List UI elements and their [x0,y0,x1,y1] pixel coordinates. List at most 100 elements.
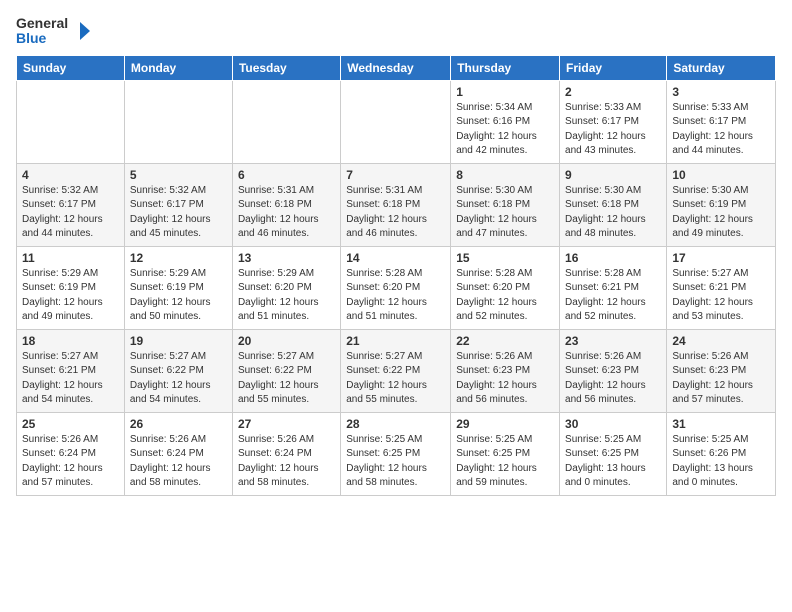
day-number: 12 [130,251,227,265]
day-number: 2 [565,85,661,99]
day-number: 8 [456,168,554,182]
day-info: Sunrise: 5:27 AM Sunset: 6:22 PM Dayligh… [238,350,335,408]
day-info: Sunrise: 5:30 AM Sunset: 6:19 PM Dayligh… [672,184,770,242]
calendar-cell: 5 Sunrise: 5:32 AM Sunset: 6:17 PM Daylig… [124,163,232,246]
day-info: Sunrise: 5:33 AM Sunset: 6:17 PM Dayligh… [672,101,770,159]
logo: General Blue [16,16,94,47]
day-number: 7 [346,168,445,182]
calendar-cell: 7 Sunrise: 5:31 AM Sunset: 6:18 PM Daylig… [341,163,451,246]
calendar-cell: 26 Sunrise: 5:26 AM Sunset: 6:24 PM Dayli… [124,412,232,495]
day-number: 16 [565,251,661,265]
calendar-cell: 19 Sunrise: 5:27 AM Sunset: 6:22 PM Dayli… [124,329,232,412]
day-info: Sunrise: 5:25 AM Sunset: 6:25 PM Dayligh… [456,433,554,491]
day-number: 11 [22,251,119,265]
calendar-cell: 1 Sunrise: 5:34 AM Sunset: 6:16 PM Daylig… [451,80,560,163]
day-info: Sunrise: 5:28 AM Sunset: 6:20 PM Dayligh… [456,267,554,325]
calendar-cell: 4 Sunrise: 5:32 AM Sunset: 6:17 PM Daylig… [17,163,125,246]
calendar-cell: 13 Sunrise: 5:29 AM Sunset: 6:20 PM Dayli… [232,246,340,329]
calendar-cell: 27Sunrise: 5:26 AM Sunset: 6:24 PM Dayli… [232,412,340,495]
page-header: General Blue [16,16,776,47]
day-number: 1 [456,85,554,99]
day-info: Sunrise: 5:27 AM Sunset: 6:21 PM Dayligh… [22,350,119,408]
day-number: 24 [672,334,770,348]
calendar-cell: 31Sunrise: 5:25 AM Sunset: 6:26 PM Dayli… [667,412,776,495]
day-info: Sunrise: 5:29 AM Sunset: 6:20 PM Dayligh… [238,267,335,325]
day-info: Sunrise: 5:26 AM Sunset: 6:23 PM Dayligh… [672,350,770,408]
calendar-cell: 2Sunrise: 5:33 AM Sunset: 6:17 PM Daylig… [560,80,667,163]
logo-blue: Blue [16,31,68,46]
day-number: 9 [565,168,661,182]
calendar-cell [341,80,451,163]
day-info: Sunrise: 5:27 AM Sunset: 6:22 PM Dayligh… [130,350,227,408]
calendar-cell: 20 Sunrise: 5:27 AM Sunset: 6:22 PM Dayli… [232,329,340,412]
day-info: Sunrise: 5:25 AM Sunset: 6:25 PM Dayligh… [565,433,661,491]
day-info: Sunrise: 5:28 AM Sunset: 6:21 PM Dayligh… [565,267,661,325]
calendar-cell: 17Sunrise: 5:27 AM Sunset: 6:21 PM Dayli… [667,246,776,329]
day-number: 25 [22,417,119,431]
weekday-header-wednesday: Wednesday [341,55,451,80]
day-number: 22 [456,334,554,348]
day-number: 5 [130,168,227,182]
calendar-cell: 22 Sunrise: 5:26 AM Sunset: 6:23 PM Dayli… [451,329,560,412]
weekday-header-friday: Friday [560,55,667,80]
calendar-cell: 24 Sunrise: 5:26 AM Sunset: 6:23 PM Dayli… [667,329,776,412]
day-info: Sunrise: 5:26 AM Sunset: 6:23 PM Dayligh… [456,350,554,408]
calendar-cell: 25 Sunrise: 5:26 AM Sunset: 6:24 PM Dayli… [17,412,125,495]
logo-general: General [16,16,68,31]
day-info: Sunrise: 5:26 AM Sunset: 6:24 PM Dayligh… [22,433,119,491]
day-number: 18 [22,334,119,348]
weekday-header-sunday: Sunday [17,55,125,80]
day-number: 4 [22,168,119,182]
calendar-cell: 23 Sunrise: 5:26 AM Sunset: 6:23 PM Dayli… [560,329,667,412]
calendar-cell: 8 Sunrise: 5:30 AM Sunset: 6:18 PM Daylig… [451,163,560,246]
day-number: 26 [130,417,227,431]
day-info: Sunrise: 5:32 AM Sunset: 6:17 PM Dayligh… [130,184,227,242]
day-info: Sunrise: 5:25 AM Sunset: 6:25 PM Dayligh… [346,433,445,491]
calendar-cell: 30 Sunrise: 5:25 AM Sunset: 6:25 PM Dayli… [560,412,667,495]
calendar-table: SundayMondayTuesdayWednesdayThursdayFrid… [16,55,776,496]
calendar-cell [17,80,125,163]
calendar-cell: 16 Sunrise: 5:28 AM Sunset: 6:21 PM Dayli… [560,246,667,329]
day-info: Sunrise: 5:28 AM Sunset: 6:20 PM Dayligh… [346,267,445,325]
day-info: Sunrise: 5:30 AM Sunset: 6:18 PM Dayligh… [456,184,554,242]
calendar-cell: 10 Sunrise: 5:30 AM Sunset: 6:19 PM Dayli… [667,163,776,246]
day-number: 28 [346,417,445,431]
weekday-header-saturday: Saturday [667,55,776,80]
day-number: 19 [130,334,227,348]
calendar-cell: 9Sunrise: 5:30 AM Sunset: 6:18 PM Daylig… [560,163,667,246]
day-info: Sunrise: 5:34 AM Sunset: 6:16 PM Dayligh… [456,101,554,159]
calendar-cell [232,80,340,163]
day-info: Sunrise: 5:31 AM Sunset: 6:18 PM Dayligh… [346,184,445,242]
day-number: 30 [565,417,661,431]
weekday-header-tuesday: Tuesday [232,55,340,80]
day-number: 6 [238,168,335,182]
logo-arrow-icon [72,20,94,42]
day-info: Sunrise: 5:31 AM Sunset: 6:18 PM Dayligh… [238,184,335,242]
calendar-cell: 14 Sunrise: 5:28 AM Sunset: 6:20 PM Dayli… [341,246,451,329]
day-number: 13 [238,251,335,265]
day-info: Sunrise: 5:26 AM Sunset: 6:24 PM Dayligh… [130,433,227,491]
calendar-cell: 6 Sunrise: 5:31 AM Sunset: 6:18 PM Daylig… [232,163,340,246]
day-number: 10 [672,168,770,182]
day-number: 29 [456,417,554,431]
day-number: 20 [238,334,335,348]
day-info: Sunrise: 5:29 AM Sunset: 6:19 PM Dayligh… [22,267,119,325]
calendar-cell: 29 Sunrise: 5:25 AM Sunset: 6:25 PM Dayli… [451,412,560,495]
calendar-cell: 15 Sunrise: 5:28 AM Sunset: 6:20 PM Dayli… [451,246,560,329]
weekday-header-monday: Monday [124,55,232,80]
day-number: 15 [456,251,554,265]
calendar-cell: 3 Sunrise: 5:33 AM Sunset: 6:17 PM Daylig… [667,80,776,163]
day-number: 23 [565,334,661,348]
day-info: Sunrise: 5:27 AM Sunset: 6:22 PM Dayligh… [346,350,445,408]
day-info: Sunrise: 5:27 AM Sunset: 6:21 PM Dayligh… [672,267,770,325]
day-number: 14 [346,251,445,265]
calendar-cell [124,80,232,163]
day-info: Sunrise: 5:26 AM Sunset: 6:23 PM Dayligh… [565,350,661,408]
day-info: Sunrise: 5:26 AM Sunset: 6:24 PM Dayligh… [238,433,335,491]
day-number: 3 [672,85,770,99]
day-number: 21 [346,334,445,348]
calendar-cell: 28 Sunrise: 5:25 AM Sunset: 6:25 PM Dayli… [341,412,451,495]
calendar-cell: 12Sunrise: 5:29 AM Sunset: 6:19 PM Dayli… [124,246,232,329]
day-number: 31 [672,417,770,431]
day-info: Sunrise: 5:32 AM Sunset: 6:17 PM Dayligh… [22,184,119,242]
